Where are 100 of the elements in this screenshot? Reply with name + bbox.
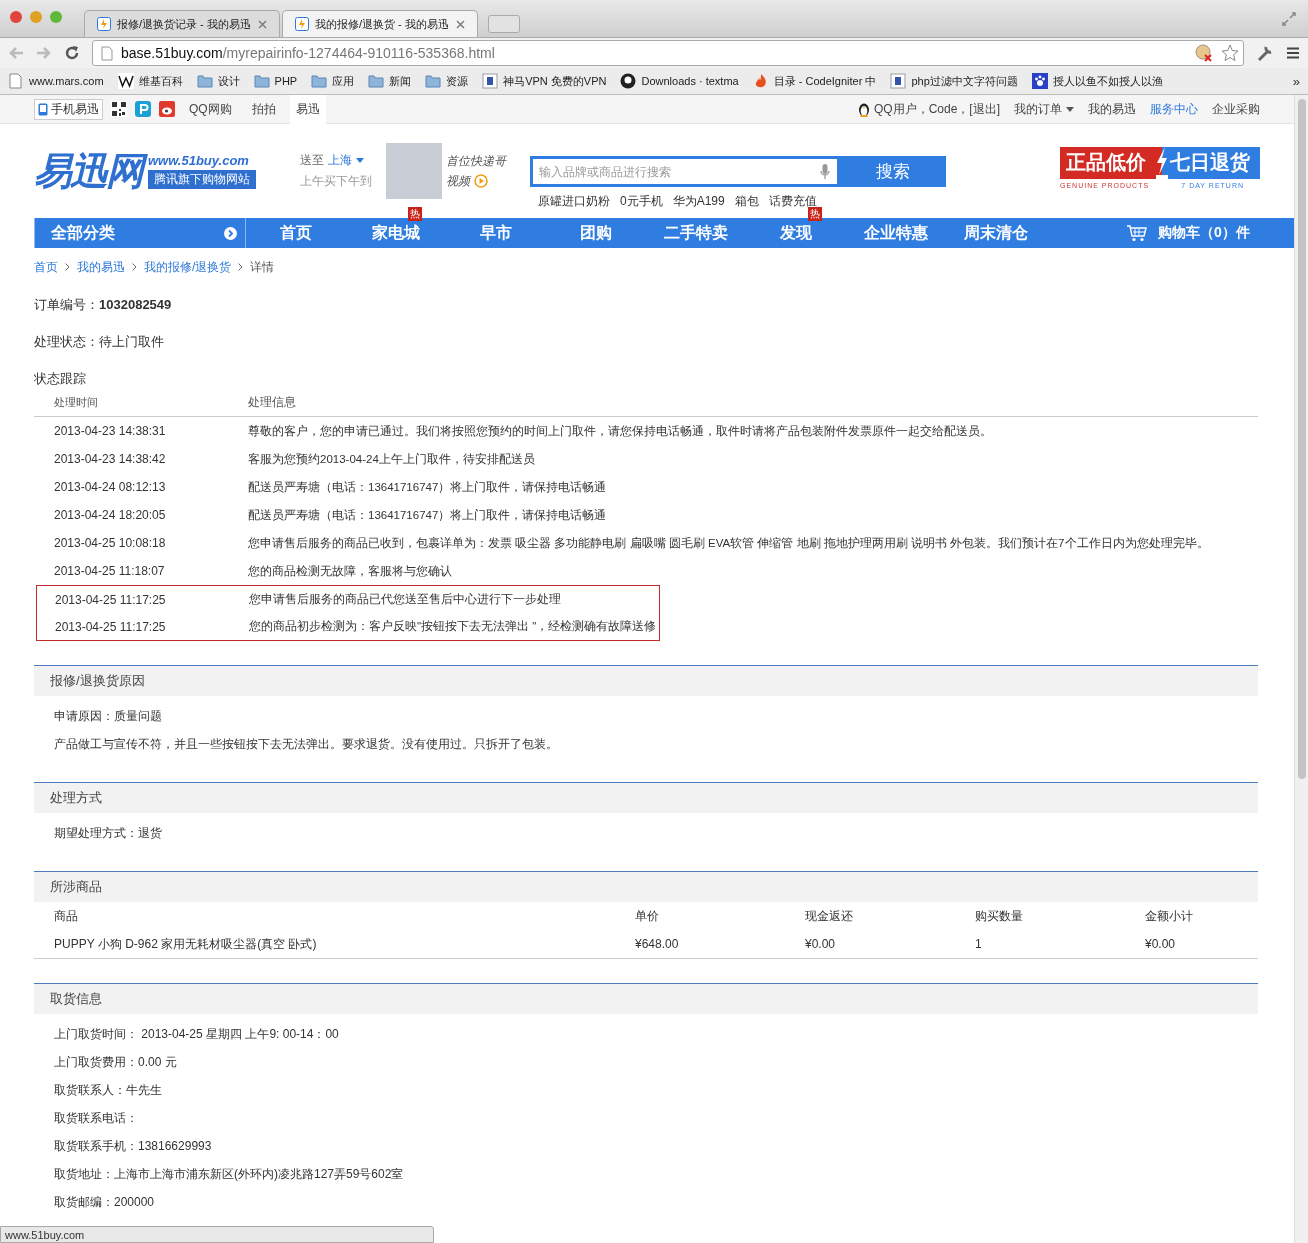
- city-selector[interactable]: 上海: [328, 152, 364, 169]
- promo-video-link[interactable]: 视频: [446, 172, 506, 190]
- info-cell: 您的商品初步检测为：客户反映"按钮按下去无法弹出 "，经检测确有故障送修: [249, 619, 657, 634]
- nav-link[interactable]: 团购: [580, 222, 612, 244]
- browser-tab[interactable]: 我的报修/退换货 - 我的易迅: [282, 10, 478, 37]
- more-bookmarks-button[interactable]: »: [1292, 73, 1300, 89]
- folder-icon: [253, 73, 270, 89]
- header-link[interactable]: 企业采购: [1212, 100, 1260, 118]
- column-header: 现金返还: [805, 907, 854, 925]
- nav-link[interactable]: 周末清仓: [964, 222, 1028, 244]
- qr-code-icon: [111, 101, 127, 117]
- hot-keyword-link[interactable]: 华为A199: [672, 193, 725, 210]
- column-header: 单价: [635, 907, 660, 925]
- paw-icon: [1031, 73, 1048, 89]
- status-value: 待上门取件: [99, 332, 164, 351]
- breadcrumb-link[interactable]: 首页: [34, 258, 58, 276]
- folder-icon: [311, 73, 328, 89]
- detail-text: 取货邮编：200000: [54, 1193, 156, 1211]
- header-link[interactable]: 我的订单: [1014, 100, 1074, 118]
- header-link[interactable]: 我的易迅: [1088, 100, 1136, 118]
- mobile-link[interactable]: 手机易迅: [34, 98, 103, 120]
- folder-icon: [425, 73, 442, 89]
- detail-text: 取货联系人：牛先生: [54, 1081, 163, 1099]
- table-cell-text: 1: [975, 937, 983, 951]
- bookmark-item[interactable]: 应用: [311, 73, 355, 89]
- table-cell-text: ¥0.00: [1145, 937, 1177, 951]
- window-button-icon: [10, 10, 22, 23]
- search-field[interactable]: 输入品牌或商品进行搜索: [530, 156, 840, 187]
- bookmark-item[interactable]: 维基百科: [117, 73, 183, 89]
- nav-link[interactable]: 二手特卖: [664, 222, 728, 244]
- column-header: 购买数量: [975, 907, 1024, 925]
- site-favicon-icon: [890, 73, 907, 89]
- site-tab[interactable]: 拍拍: [245, 95, 282, 124]
- site-tab[interactable]: QQ网购: [183, 95, 238, 124]
- address-bar[interactable]: base.51buy.com/myrepairinfo-1274464-910116-535368.html: [92, 40, 1244, 66]
- nav-link[interactable]: 首页: [280, 222, 312, 244]
- detail-text: 产品做工与宣传不符，并且一些按钮按下去无法弹出。要求退货。没有使用过。只拆开了包装。: [54, 735, 559, 753]
- scrollbar[interactable]: [1294, 95, 1308, 1243]
- time-cell-text: 2013-04-25 11:17:25: [55, 592, 167, 607]
- bookmark-item[interactable]: 资源: [425, 73, 469, 89]
- nav-link[interactable]: 发现: [780, 222, 812, 244]
- chevron-right-icon: [65, 263, 70, 271]
- scrollbar-thumb[interactable]: [1297, 99, 1306, 779]
- info-cell: 您申请售后服务的商品已代您送至售后中心进行下一步处理: [249, 592, 561, 607]
- forward-arrow-icon: [36, 46, 52, 60]
- slogan: 腾讯旗下购物网站: [148, 170, 256, 189]
- caret-icon: [356, 158, 364, 163]
- bookmark-item[interactable]: 神马VPN 免费的VPN: [482, 73, 607, 89]
- star-icon: [1221, 44, 1239, 62]
- hot-keyword-link[interactable]: 箱包: [734, 193, 759, 210]
- phone-icon: [38, 102, 48, 116]
- user-greeting: QQ用户，Code，[退出]: [873, 100, 1000, 118]
- site-tab[interactable]: 易迅: [289, 95, 326, 124]
- table-cell-text: PUPPY 小狗 D-962 家用无耗材吸尘器(真空 卧式): [54, 935, 318, 953]
- nav-link[interactable]: 企业特惠: [864, 222, 928, 244]
- url-text: base.51buy.com/myrepairinfo-1274464-910116-535368.html: [121, 45, 496, 61]
- time-cell-text: 2013-04-24 08:12:13: [54, 480, 167, 494]
- close-icon: [456, 19, 465, 29]
- all-categories-menu[interactable]: 全部分类: [34, 218, 246, 248]
- wiki-logo-icon: [117, 73, 134, 89]
- detail-text: 取货联系电话：: [54, 1109, 139, 1127]
- breadcrumb-link[interactable]: 我的报修/退换货: [144, 258, 232, 276]
- hot-badge: 热: [808, 206, 822, 221]
- bookmark-item[interactable]: 新闻: [368, 73, 412, 89]
- breadcrumb-link[interactable]: 我的易迅: [77, 258, 125, 276]
- bookmark-item[interactable]: www.mars.com: [8, 73, 104, 89]
- caret-icon: [1066, 106, 1074, 112]
- folder-icon: [196, 73, 213, 89]
- time-cell-text: 2013-04-24 18:20:05: [54, 508, 167, 522]
- promo-title[interactable]: 首位快递哥: [446, 152, 506, 170]
- bookmark-item[interactable]: Downloads · textma: [620, 73, 739, 89]
- fullscreen-icon: [1282, 11, 1296, 26]
- section-header: 报修/退换货原因: [34, 665, 1258, 696]
- site-favicon-icon: [482, 73, 499, 89]
- tab-title: 我的报修/退换货 - 我的易迅: [315, 16, 450, 32]
- nav-link[interactable]: 早市: [480, 222, 512, 244]
- hot-keyword-link[interactable]: 0元手机: [620, 193, 663, 210]
- nav-link[interactable]: 家电城: [372, 222, 420, 244]
- info-cell: 尊敬的客户，您的申请已通过。我们将按照您预约的时间上门取件，请您保持电话畅通，取件时请将产品包装附件发票原件一起交给配送员。: [248, 423, 992, 439]
- new-tab-button[interactable]: [488, 15, 520, 33]
- folder-icon: [368, 73, 385, 89]
- search-button[interactable]: 搜索: [840, 156, 946, 187]
- info-cell: 客服为您预约2013-04-24上午上门取件，待安排配送员: [248, 451, 535, 467]
- window-button-icon: [50, 10, 62, 23]
- browser-tab[interactable]: 报修/退换货记录 - 我的易迅: [84, 10, 280, 37]
- cart-link[interactable]: 购物车（0）件: [1126, 224, 1250, 242]
- status-label: 处理状态：: [34, 332, 99, 351]
- status-bar: www.51buy.com: [0, 1226, 434, 1243]
- delivery-note: 上午买下午到: [300, 173, 373, 190]
- bookmark-item[interactable]: 授人以鱼不如授人以渔: [1031, 73, 1163, 89]
- detail-text: 取货地址：上海市上海市浦东新区(外环内)凌兆路127弄59号602室: [54, 1165, 405, 1183]
- bookmark-item[interactable]: PHP: [253, 73, 298, 89]
- header-link[interactable]: 服务中心: [1150, 100, 1198, 118]
- bookmark-item[interactable]: php过滤中文字符问题: [890, 73, 1018, 89]
- bookmark-item[interactable]: 设计: [196, 73, 240, 89]
- blocked-cookie-icon: [1195, 44, 1213, 62]
- table-cell-text: ¥648.00: [635, 937, 680, 951]
- hot-keyword-link[interactable]: 原罐进口奶粉: [538, 193, 610, 210]
- bookmark-item[interactable]: 目录 - CodeIgniter 中: [752, 73, 877, 89]
- page-icon: [101, 45, 113, 61]
